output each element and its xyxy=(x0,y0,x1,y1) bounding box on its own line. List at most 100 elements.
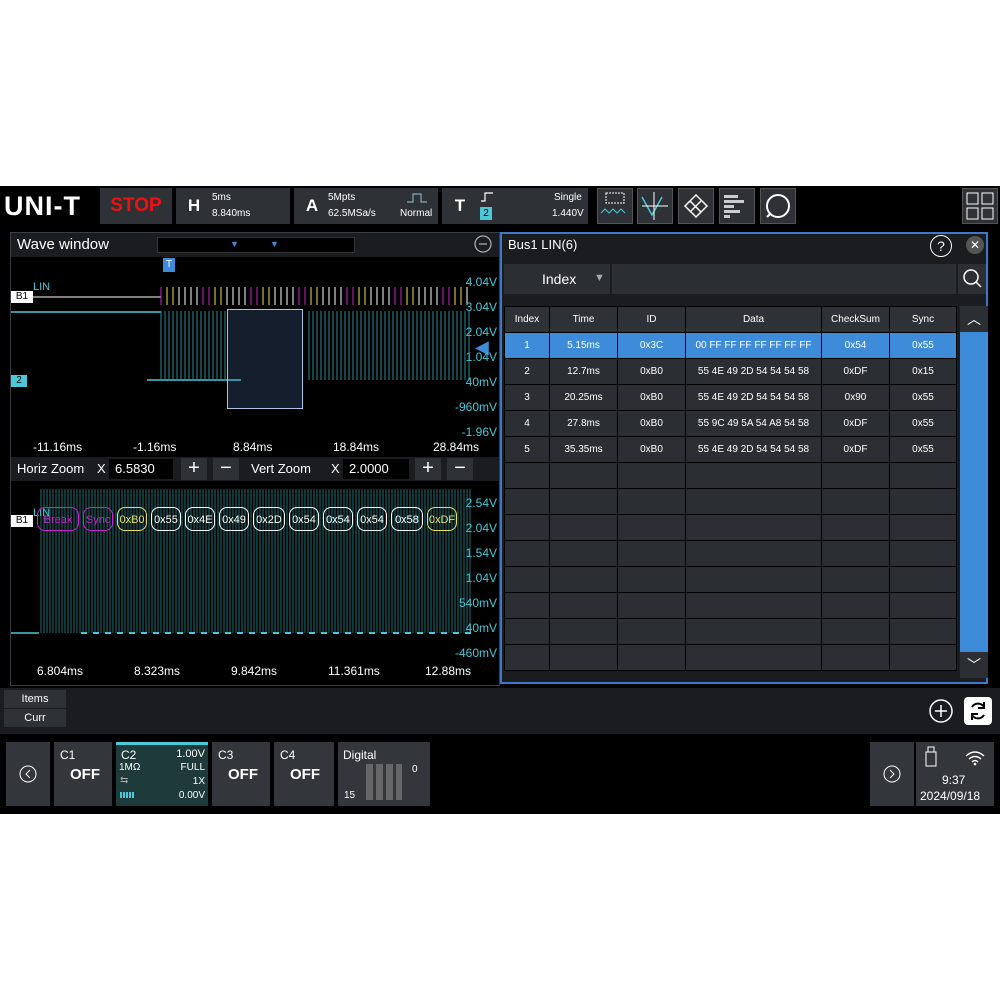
channel-scroll-right-button[interactable] xyxy=(870,742,914,806)
table-cell: 35.35ms xyxy=(549,436,618,463)
search-field[interactable] xyxy=(612,264,956,294)
empty-cell xyxy=(889,566,957,593)
channel-c2-button[interactable]: C2 1.00V 1MΩ FULL ⇆ 1X 0.00V xyxy=(116,742,208,806)
lower-y-tick: 1.04V xyxy=(465,571,497,585)
channel-c1-button[interactable]: C1 OFF xyxy=(54,742,112,806)
empty-cell xyxy=(504,644,550,671)
table-header-cell[interactable]: Time xyxy=(549,306,618,333)
measure-wave-icon[interactable] xyxy=(637,188,673,224)
table-cell: 5.15ms xyxy=(549,332,618,359)
c3-state: OFF xyxy=(228,766,258,783)
lower-x-tick: 6.804ms xyxy=(37,664,84,678)
empty-cell xyxy=(617,566,686,593)
empty-cell xyxy=(685,566,822,593)
empty-table-row xyxy=(504,540,957,567)
table-row[interactable]: 1 5.15ms 0x3C 00 FF FF FF FF FF FF FF 0x54 0x… xyxy=(504,332,957,359)
decoded-frame-label: 0xB0 xyxy=(117,507,147,531)
zoom-waveform-area[interactable]: B1 LIN Break Sync 0xB0 0x55 0x4E 0x49 0x2D 0x54… xyxy=(11,481,499,685)
horiz-zoom-plus-button[interactable]: + xyxy=(181,458,207,480)
table-cell: 0xDF xyxy=(821,358,890,385)
math-icon[interactable] xyxy=(678,188,714,224)
measure-cursor-icon[interactable] xyxy=(597,188,633,224)
filter-dropdown-label: Index xyxy=(542,271,577,287)
memory-depth: 5Mpts xyxy=(328,192,356,203)
channel-scroll-left-button[interactable] xyxy=(6,742,50,806)
vert-zoom-minus-button[interactable]: − xyxy=(447,458,473,480)
table-row[interactable]: 5 35.35ms 0xB0 55 4E 49 2D 54 54 54 58 0xDF 0… xyxy=(504,436,957,463)
search-icon[interactable] xyxy=(760,188,796,224)
empty-cell xyxy=(549,462,618,489)
table-header-cell[interactable]: Data xyxy=(685,306,822,333)
histogram-icon[interactable] xyxy=(719,188,755,224)
c2-label: C2 xyxy=(121,748,137,762)
table-cell: 12.7ms xyxy=(549,358,618,385)
zoom-position-bar[interactable]: ▼ ▼ xyxy=(157,237,355,253)
wave-window-title: Wave window xyxy=(17,236,109,253)
digital-button[interactable]: Digital 0 15 xyxy=(338,742,430,806)
table-header-cell[interactable]: Sync xyxy=(889,306,957,333)
run-stop-button[interactable]: STOP xyxy=(100,188,172,224)
items-button[interactable]: Items xyxy=(4,690,66,708)
search-icon xyxy=(963,269,982,288)
refresh-button[interactable] xyxy=(964,697,992,725)
bus-name-upper: LIN xyxy=(33,281,51,293)
bus-marker-upper: B1 xyxy=(11,291,33,303)
table-cell: 2 xyxy=(504,358,550,385)
add-icon[interactable] xyxy=(928,698,954,724)
table-cell: 0x55 xyxy=(889,384,957,411)
close-icon[interactable]: ✕ xyxy=(966,236,984,254)
empty-table-row xyxy=(504,644,957,671)
zoom-out-icon[interactable] xyxy=(473,235,493,255)
table-row[interactable]: 4 27.8ms 0xB0 55 9C 49 5A 54 A8 54 58 0xDF 0x… xyxy=(504,410,957,437)
table-cell: 3 xyxy=(504,384,550,411)
scroll-down-icon[interactable]: ﹀ xyxy=(960,652,988,678)
channel-c4-button[interactable]: C4 OFF xyxy=(274,742,334,806)
horizontal-offset: 8.840ms xyxy=(212,208,251,219)
table-header-cell[interactable]: ID xyxy=(617,306,686,333)
table-scrollbar[interactable]: ︿ ﹀ xyxy=(960,306,988,678)
zoom-end-marker-icon: ▼ xyxy=(270,239,279,249)
channel-c3-button[interactable]: C3 OFF xyxy=(212,742,270,806)
main-waveform-area[interactable]: B1 LIN 2 T ◀ 4.04V 3.04V 2.04V 1.04V 40mV -96… xyxy=(11,257,499,457)
table-row[interactable]: 3 20.25ms 0xB0 55 4E 49 2D 54 54 54 58 0x90 0… xyxy=(504,384,957,411)
trigger-position-marker[interactable]: T xyxy=(163,258,175,272)
lower-x-tick: 8.323ms xyxy=(134,664,181,678)
scroll-up-icon[interactable]: ︿ xyxy=(960,306,988,332)
decoded-frame-label: 0x54 xyxy=(289,507,319,531)
upper-y-tick: 2.04V xyxy=(465,325,497,339)
horiz-zoom-input[interactable]: 6.5830 xyxy=(109,459,173,479)
channel-2-marker[interactable]: 2 xyxy=(11,375,27,387)
wave-window-header: Wave window ▼ ▼ xyxy=(11,233,499,257)
table-cell: 0xDF xyxy=(821,436,890,463)
curr-button[interactable]: Curr xyxy=(4,709,66,727)
horizontal-button[interactable]: H 5ms 8.840ms xyxy=(176,188,290,224)
vert-zoom-x: X xyxy=(331,461,340,476)
pulse-icon xyxy=(407,193,427,203)
zoom-region-box[interactable] xyxy=(227,309,303,409)
upper-x-tick: 8.84ms xyxy=(233,440,273,454)
trigger-button[interactable]: T 2 Single 1.440V xyxy=(442,188,588,224)
empty-cell xyxy=(617,514,686,541)
filter-dropdown[interactable]: Index ▼ xyxy=(504,264,610,294)
help-icon[interactable]: ? xyxy=(930,235,952,257)
lower-y-tick: -460mV xyxy=(454,646,497,660)
empty-cell xyxy=(889,488,957,515)
empty-cell xyxy=(504,618,550,645)
table-cell: 55 4E 49 2D 54 54 54 58 xyxy=(685,358,822,385)
window-layout-icon[interactable] xyxy=(962,188,998,224)
lower-y-tick: 2.04V xyxy=(465,521,497,535)
table-header-cell[interactable]: Index xyxy=(504,306,550,333)
table-cell: 0x3C xyxy=(617,332,686,359)
table-row[interactable]: 2 12.7ms 0xB0 55 4E 49 2D 54 54 54 58 0xDF 0x… xyxy=(504,358,957,385)
bus-search-button[interactable] xyxy=(958,264,986,294)
empty-cell xyxy=(685,618,822,645)
acquire-letter: A xyxy=(305,196,319,215)
horiz-zoom-minus-button[interactable]: − xyxy=(213,458,239,480)
vert-zoom-plus-button[interactable]: + xyxy=(415,458,441,480)
clock-date: 2024/09/18 xyxy=(920,789,981,803)
vert-zoom-input[interactable]: 2.0000 xyxy=(343,459,409,479)
table-cell: 00 FF FF FF FF FF FF FF xyxy=(685,332,822,359)
acquire-button[interactable]: A 5Mpts 62.5MSa/s Normal xyxy=(294,188,438,224)
table-header-cell[interactable]: CheckSum xyxy=(821,306,890,333)
upper-y-tick: -960mV xyxy=(454,400,497,414)
